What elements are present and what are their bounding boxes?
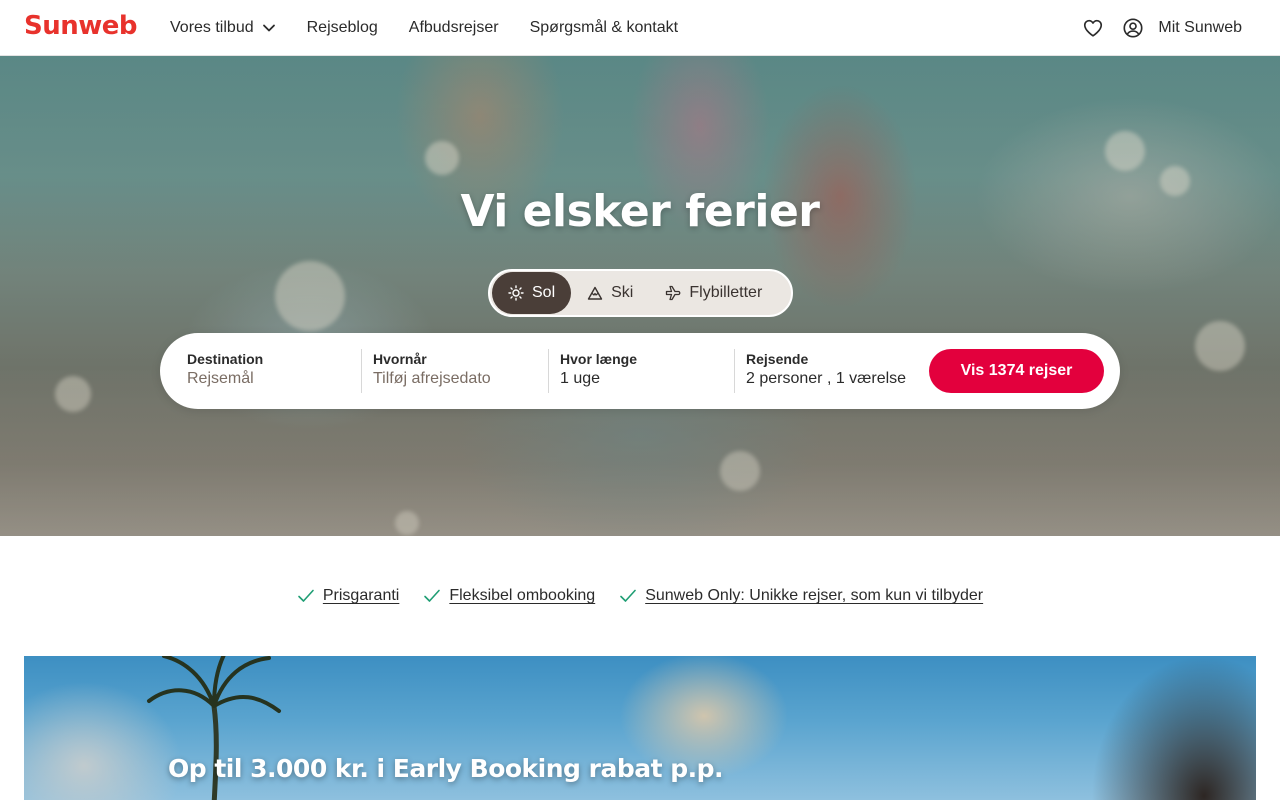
chevron-down-icon (262, 24, 275, 32)
bokeh-light (55, 376, 91, 412)
usp-item-sunweb-only[interactable]: Sunweb Only: Unikke rejser, som kun vi t… (619, 587, 983, 605)
date-label: Hvornår (373, 351, 427, 367)
duration-label: Hvor længe (560, 351, 638, 367)
usp-label: Sunweb Only: Unikke rejser, som kun vi t… (645, 587, 984, 604)
nav-item-label: Vores tilbud (170, 19, 254, 36)
bokeh-light (720, 451, 760, 491)
usp-list: Prisgaranti Fleksibel ombooking Sunweb O… (0, 584, 1280, 608)
travelers-label: Rejsende (746, 351, 809, 367)
nav-item-label: Rejseblog (306, 19, 378, 36)
nav-item-vores-tilbud[interactable]: Vores tilbud (170, 19, 276, 37)
date-placeholder: Tilføj afrejsedato (373, 370, 491, 387)
usp-item-ombooking[interactable]: Fleksibel ombooking (423, 587, 595, 605)
heart-icon[interactable] (1082, 17, 1104, 39)
promo-title: Op til 3.000 kr. i Early Booking rabat p… (168, 754, 724, 783)
mountain-icon (587, 286, 603, 300)
duration-field[interactable]: Hvor længe 1 uge (560, 349, 730, 393)
bokeh-light (1105, 131, 1145, 171)
sunweb-logo[interactable]: Sunweb (24, 11, 138, 41)
destination-placeholder: Rejsemål (187, 370, 254, 387)
check-icon (298, 589, 314, 602)
hero-banner: Vi elsker ferier Sol Ski Flybilletter De… (0, 56, 1280, 536)
trip-type-tabs: Sol Ski Flybilletter (488, 269, 793, 317)
plane-icon (666, 285, 681, 301)
tab-label: Sol (532, 284, 556, 301)
bokeh-light (425, 141, 459, 175)
usp-label: Prisgaranti (322, 587, 400, 604)
field-divider (548, 349, 549, 393)
destination-label: Destination (187, 351, 264, 367)
account-link[interactable]: Mit Sunweb (1122, 17, 1242, 39)
date-field[interactable]: Hvornår Tilføj afrejsedato (373, 349, 543, 393)
nav-item-rejseblog[interactable]: Rejseblog (307, 19, 378, 37)
header-actions: Mit Sunweb (1082, 0, 1242, 56)
hero-title: Vi elsker ferier (460, 186, 820, 237)
bokeh-light (1195, 321, 1245, 371)
travelers-field[interactable]: Rejsende 2 personer , 1 værelse (746, 349, 921, 393)
search-button[interactable]: Vis 1374 rejser (929, 349, 1104, 393)
duration-value: 1 uge (560, 370, 601, 387)
early-booking-banner[interactable]: Op til 3.000 kr. i Early Booking rabat p… (24, 656, 1256, 800)
tab-sol[interactable]: Sol (492, 272, 572, 314)
nav-item-afbudsrejser[interactable]: Afbudsrejser (409, 19, 499, 37)
check-icon (424, 589, 441, 602)
travelers-value: 2 personer , 1 værelse (746, 370, 907, 387)
destination-field[interactable]: Destination Rejsemål (187, 349, 357, 393)
tab-label: Flybilletter (689, 284, 763, 301)
tab-flybilletter[interactable]: Flybilletter (649, 272, 774, 314)
usp-item-prisgaranti[interactable]: Prisgaranti (297, 587, 399, 605)
field-divider (734, 349, 735, 393)
field-divider (361, 349, 362, 393)
bokeh-light (275, 261, 345, 331)
bokeh-light (395, 511, 419, 535)
nav-item-kontakt[interactable]: Spørgsmål & kontakt (530, 19, 679, 37)
site-header: Sunweb Vores tilbud Rejseblog Afbudsrejs… (0, 0, 1280, 56)
sun-icon (508, 285, 524, 301)
nav-item-label: Spørgsmål & kontakt (529, 19, 679, 36)
search-bar: Destination Rejsemål Hvornår Tilføj afre… (160, 333, 1120, 409)
account-label: Mit Sunweb (1158, 19, 1242, 36)
user-circle-icon (1123, 18, 1143, 38)
tab-ski[interactable]: Ski (571, 272, 649, 314)
main-nav: Vores tilbud Rejseblog Afbudsrejser Spør… (170, 0, 709, 56)
tab-label: Ski (611, 284, 634, 301)
check-icon (620, 589, 637, 602)
nav-item-label: Afbudsrejser (408, 19, 499, 36)
usp-label: Fleksibel ombooking (449, 587, 596, 604)
